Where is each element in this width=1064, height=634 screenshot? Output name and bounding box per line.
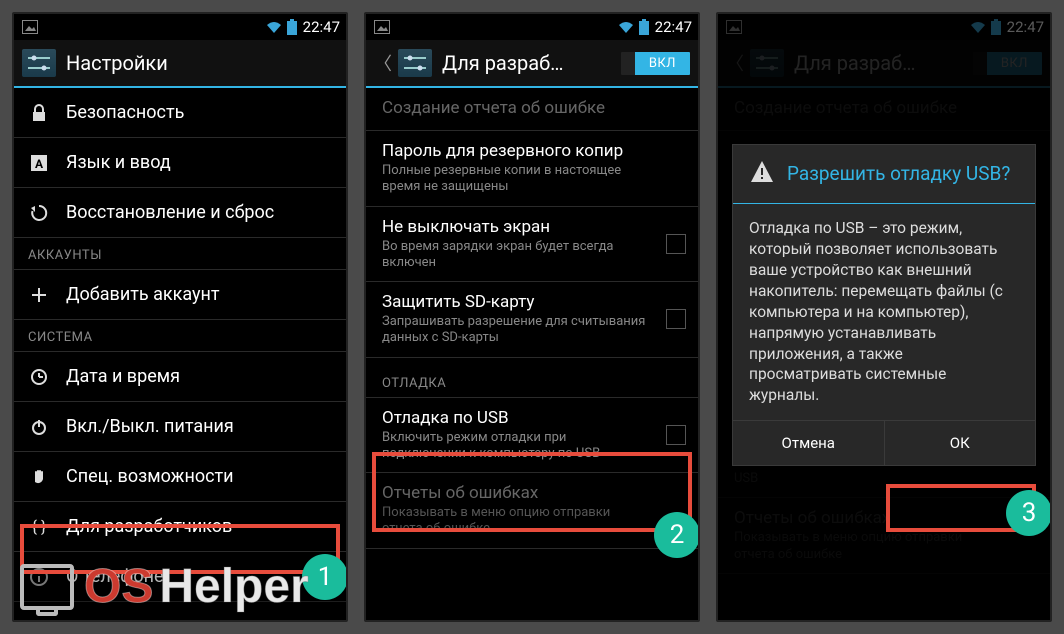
- row-label: Добавить аккаунт: [66, 284, 334, 305]
- status-time: 22:47: [655, 18, 692, 36]
- step-badge-1: 1: [302, 554, 348, 600]
- dialog-button-bar: Отмена ОК: [733, 420, 1035, 465]
- checkbox[interactable]: [666, 309, 686, 329]
- row-about-phone[interactable]: О телефоне: [14, 552, 346, 602]
- master-toggle[interactable]: ВКЛ: [621, 52, 690, 75]
- row-label: Вкл./Выкл. питания: [66, 416, 334, 437]
- battery-icon: [287, 19, 297, 35]
- screenshot-1-settings: 22:47 Настройки Безопасность A Язык и вв…: [12, 12, 348, 622]
- row-label: О телефоне: [66, 566, 334, 587]
- section-system: Система: [14, 320, 346, 352]
- settings-sliders-icon: [22, 49, 56, 77]
- row-title: Отладка по USB: [382, 408, 648, 428]
- row-usb-debugging[interactable]: Отладка по USB Включить режим отладки пр…: [366, 398, 698, 474]
- app-bar-title: Настройки: [66, 51, 338, 75]
- step-badge-3: 3: [1006, 490, 1052, 536]
- row-title: Защитить SD-карту: [382, 292, 648, 312]
- row-bug-reports-menu[interactable]: Отчеты об ошибках Показывать в меню опци…: [366, 473, 698, 549]
- status-time: 22:47: [303, 18, 340, 36]
- dialog-title: Разрешить отладку USB?: [787, 163, 1010, 186]
- row-language[interactable]: A Язык и ввод: [14, 138, 346, 188]
- warning-icon: [749, 159, 775, 189]
- row-label: Дата и время: [66, 366, 334, 387]
- wifi-icon: [265, 20, 283, 34]
- row-bug-report[interactable]: Создание отчета об ошибке: [366, 88, 698, 131]
- app-bar-title: Для разраб…: [442, 51, 611, 75]
- screenshot-3-dialog: 22:47 〈 Для разраб… ВКЛ Создание отчета …: [716, 12, 1052, 622]
- row-protect-sd[interactable]: Защитить SD-карту Запрашивать разрешение…: [366, 282, 698, 358]
- row-title: Не выключать экран: [382, 217, 648, 237]
- clock-icon: [28, 368, 50, 386]
- row-backup-password[interactable]: Пароль для резервного копир Полные резер…: [366, 131, 698, 207]
- row-subtitle: Запрашивать разрешение для считывания да…: [382, 314, 648, 347]
- row-date-time[interactable]: Дата и время: [14, 352, 346, 402]
- section-accounts: Аккаунты: [14, 238, 346, 270]
- row-label: Восстановление и сброс: [66, 202, 334, 223]
- row-title: Пароль для резервного копир: [382, 141, 648, 161]
- row-label: Спец. возможности: [66, 466, 334, 487]
- row-add-account[interactable]: Добавить аккаунт: [14, 270, 346, 320]
- row-developer-options[interactable]: { } Для разработчиков: [14, 502, 346, 552]
- row-label: Для разработчиков: [66, 516, 334, 537]
- usb-debug-dialog: Разрешить отладку USB? Отладка по USB – …: [732, 144, 1036, 466]
- settings-sliders-icon[interactable]: [398, 49, 432, 77]
- step-badge-2: 2: [654, 512, 700, 558]
- row-label: Язык и ввод: [66, 152, 334, 173]
- settings-list[interactable]: Безопасность A Язык и ввод Восстановлени…: [14, 88, 346, 620]
- back-icon[interactable]: 〈: [374, 50, 392, 76]
- row-subtitle: Показывать в меню опцию отправки отчета …: [382, 505, 648, 538]
- svg-text:A: A: [35, 157, 44, 171]
- row-subtitle: Полные резервные копии в настоящее время…: [382, 163, 648, 196]
- checkbox[interactable]: [666, 234, 686, 254]
- plus-icon: [28, 286, 50, 304]
- row-title: Отчеты об ошибках: [382, 483, 648, 503]
- row-stay-awake[interactable]: Не выключать экран Во время зарядки экра…: [366, 207, 698, 283]
- power-icon: [28, 418, 50, 436]
- section-debug: Отладка: [366, 358, 698, 398]
- info-icon: [28, 568, 50, 586]
- developer-list[interactable]: Создание отчета об ошибке Пароль для рез…: [366, 88, 698, 620]
- picture-icon: [374, 20, 390, 34]
- braces-icon: { }: [28, 517, 50, 536]
- dialog-body: Отладка по USB – это режим, который позв…: [733, 204, 1035, 420]
- ok-button[interactable]: ОК: [885, 421, 1036, 465]
- row-label: Безопасность: [66, 102, 334, 123]
- wifi-icon: [617, 20, 635, 34]
- row-subtitle: Включить режим отладки при подключении к…: [382, 430, 648, 463]
- dialog-title-bar: Разрешить отладку USB?: [733, 145, 1035, 204]
- picture-icon: [22, 20, 38, 34]
- row-subtitle: Во время зарядки экран будет всегда вклю…: [382, 239, 648, 272]
- row-title: Создание отчета об ошибке: [382, 98, 648, 118]
- restore-icon: [28, 204, 50, 222]
- screenshot-2-developer-options: 22:47 〈 Для разраб… ВКЛ Создание отчета …: [364, 12, 700, 622]
- status-bar: 22:47: [14, 14, 346, 40]
- hand-icon: [28, 468, 50, 486]
- checkbox[interactable]: [666, 425, 686, 445]
- app-bar: 〈 Для разраб… ВКЛ: [366, 40, 698, 88]
- row-security[interactable]: Безопасность: [14, 88, 346, 138]
- battery-icon: [639, 19, 649, 35]
- row-power[interactable]: Вкл./Выкл. питания: [14, 402, 346, 452]
- app-bar: Настройки: [14, 40, 346, 88]
- status-bar: 22:47: [366, 14, 698, 40]
- row-accessibility[interactable]: Спец. возможности: [14, 452, 346, 502]
- cancel-button[interactable]: Отмена: [733, 421, 885, 465]
- lock-icon: [28, 104, 50, 122]
- row-backup-reset[interactable]: Восстановление и сброс: [14, 188, 346, 238]
- language-icon: A: [28, 154, 50, 172]
